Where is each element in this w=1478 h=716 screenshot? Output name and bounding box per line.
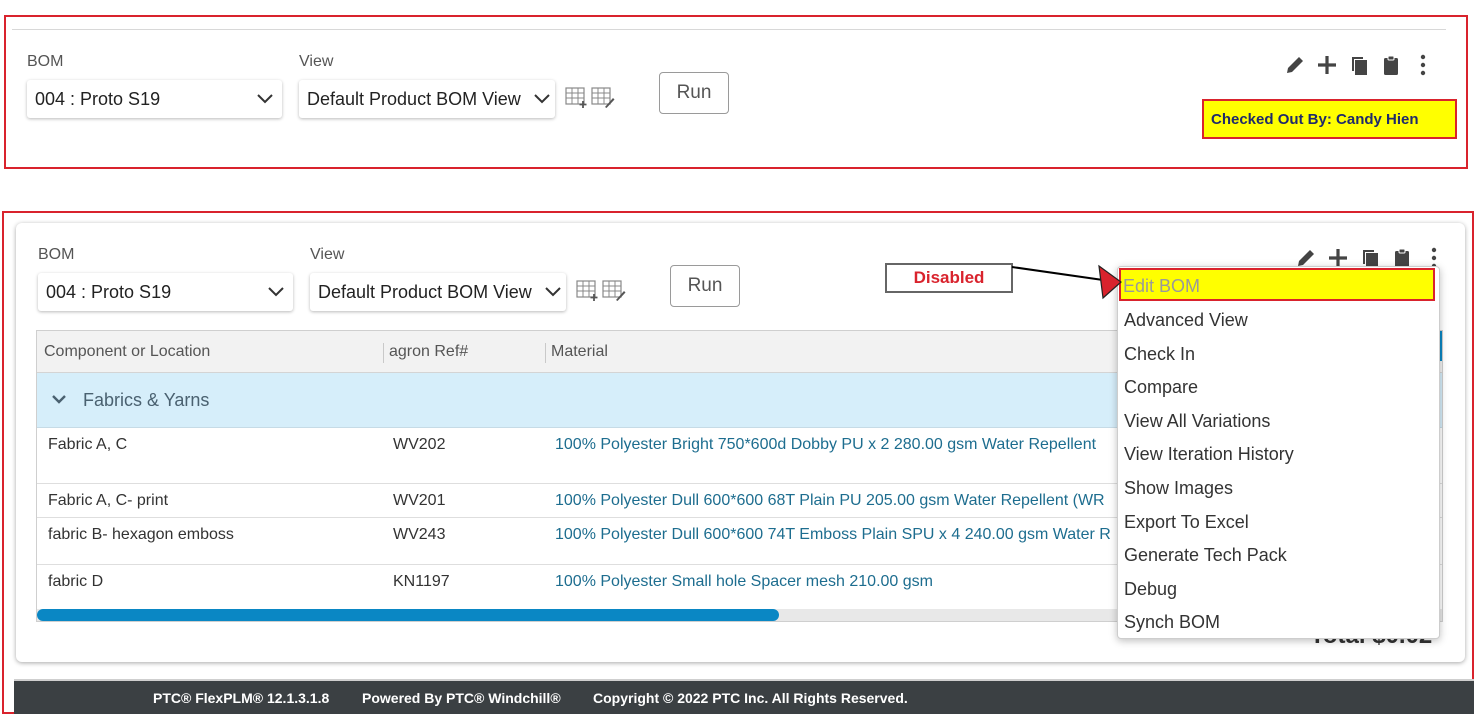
checked-out-badge: Checked Out By: Candy Hien	[1202, 99, 1457, 139]
menu-item-generate-tech-pack[interactable]: Generate Tech Pack	[1124, 545, 1287, 566]
view-grid-icons	[565, 87, 615, 114]
menu-item-view-all-variations[interactable]: View All Variations	[1124, 411, 1270, 432]
group-label: Fabrics & Yarns	[83, 390, 210, 410]
column-separator[interactable]	[545, 343, 546, 363]
footer-version: PTC® FlexPLM® 12.1.3.1.8	[153, 690, 330, 706]
chevron-down-icon	[259, 287, 293, 297]
kebab-menu-icon[interactable]	[1411, 53, 1435, 77]
cell-component: fabric B- hexagon emboss	[48, 526, 234, 543]
annotation-callout: Disabled	[885, 263, 1013, 293]
view-label: View	[299, 53, 334, 70]
bom-select[interactable]: 004 : Proto S19	[27, 80, 282, 118]
chevron-down-icon	[540, 287, 566, 297]
menu-item-check-in[interactable]: Check In	[1124, 344, 1195, 365]
cell-material-link[interactable]: 100% Polyester Bright 750*600d Dobby PU …	[555, 436, 1096, 454]
cell-ref: WV243	[393, 526, 446, 543]
menu-item-advanced-view[interactable]: Advanced View	[1124, 310, 1248, 331]
bom-label: BOM	[27, 53, 64, 70]
bom-select-value: 004 : Proto S19	[35, 88, 161, 109]
view-select-value: Default Product BOM View	[307, 88, 521, 109]
view-grid-icons	[576, 280, 626, 307]
cell-component: Fabric A, C- print	[48, 492, 169, 509]
table-edit-icon[interactable]	[602, 280, 626, 307]
page-footer: PTC® FlexPLM® 12.1.3.1.8 Powered By PTC®…	[14, 681, 1474, 714]
bom-select-value: 004 : Proto S19	[46, 281, 172, 302]
column-header-material[interactable]: Material	[551, 343, 608, 361]
menu-item-export-to-excel[interactable]: Export To Excel	[1124, 512, 1249, 533]
bom-label: BOM	[38, 246, 75, 263]
run-button[interactable]: Run	[659, 72, 729, 114]
menu-item-synch-bom[interactable]: Synch BOM	[1124, 612, 1220, 633]
menu-item-show-images[interactable]: Show Images	[1124, 478, 1233, 499]
menu-item-compare[interactable]: Compare	[1124, 377, 1198, 398]
view-label: View	[310, 246, 345, 263]
view-select[interactable]: Default Product BOM View	[299, 80, 555, 118]
table-add-icon[interactable]	[565, 87, 589, 114]
footer-copyright: Copyright © 2022 PTC Inc. All Rights Res…	[593, 690, 908, 706]
table-edit-icon[interactable]	[591, 87, 615, 114]
run-button[interactable]: Run	[670, 265, 740, 307]
menu-item-edit-bom-label: Edit BOM	[1123, 276, 1201, 296]
cell-material-link[interactable]: 100% Polyester Dull 600*600 74T Emboss P…	[555, 526, 1111, 544]
chevron-down-icon[interactable]	[51, 391, 67, 409]
column-header-ref[interactable]: agron Ref#	[389, 343, 468, 361]
cell-component: Fabric A, C	[48, 436, 128, 453]
bom-select[interactable]: 004 : Proto S19	[38, 273, 293, 311]
menu-item-debug[interactable]: Debug	[1124, 579, 1177, 600]
footer-powered: Powered By PTC® Windchill®	[362, 690, 561, 706]
plus-icon[interactable]	[1315, 53, 1339, 77]
view-select-value: Default Product BOM View	[318, 281, 532, 302]
pencil-icon[interactable]	[1283, 53, 1307, 77]
panel-top-border	[12, 29, 1446, 30]
scrollbar-thumb[interactable]	[37, 609, 779, 621]
chevron-down-icon	[529, 94, 555, 104]
annotation-arrow	[1011, 264, 1122, 300]
clipboard-icon[interactable]	[1379, 53, 1403, 77]
copy-icon[interactable]	[1347, 53, 1371, 77]
table-add-icon[interactable]	[576, 280, 600, 307]
chevron-down-icon	[248, 94, 282, 104]
cell-component: fabric D	[48, 573, 104, 590]
bom-toolbar	[1283, 53, 1435, 77]
column-separator[interactable]	[383, 343, 384, 363]
column-header-component[interactable]: Component or Location	[44, 343, 210, 361]
cell-ref: WV202	[393, 436, 446, 453]
cell-material-link[interactable]: 100% Polyester Small hole Spacer mesh 21…	[555, 573, 933, 591]
cell-material-link[interactable]: 100% Polyester Dull 600*600 68T Plain PU…	[555, 492, 1105, 510]
menu-item-view-iteration-history[interactable]: View Iteration History	[1124, 444, 1294, 465]
view-select[interactable]: Default Product BOM View	[310, 273, 566, 311]
cell-ref: WV201	[393, 492, 446, 509]
bom-actions-menu: Edit BOM Advanced View Check In Compare …	[1117, 266, 1440, 639]
cell-ref: KN1197	[393, 573, 450, 590]
